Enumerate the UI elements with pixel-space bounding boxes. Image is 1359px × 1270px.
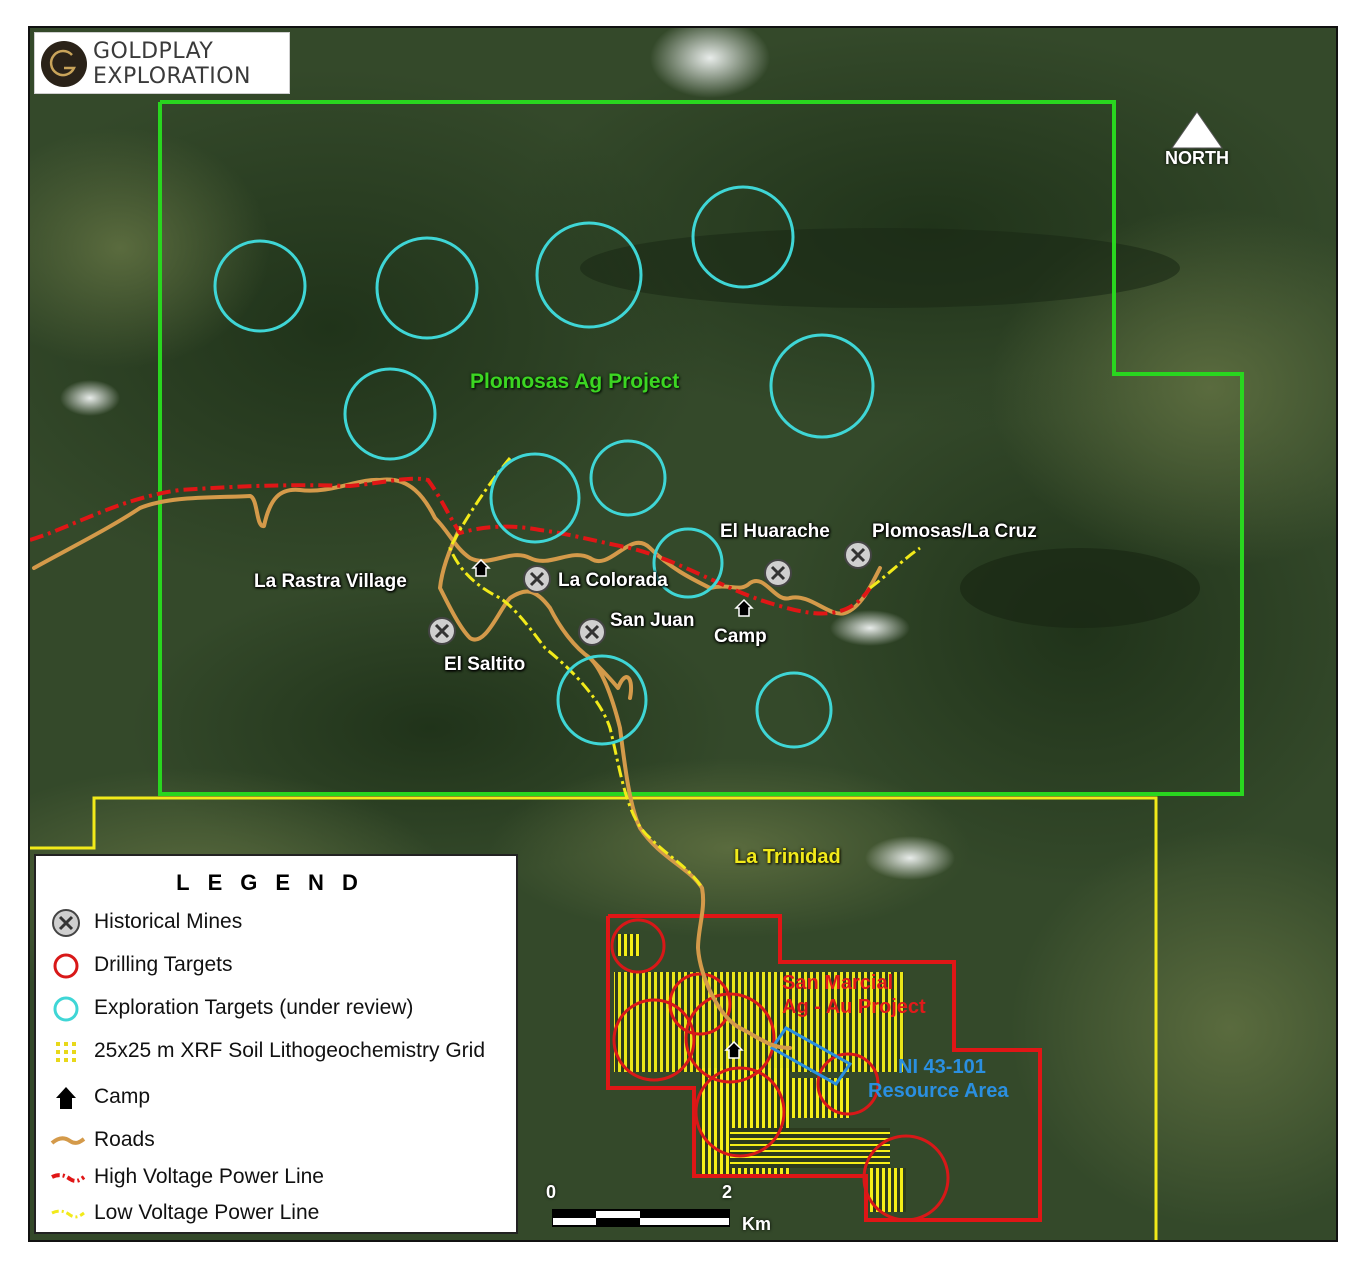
legend-label: High Voltage Power Line xyxy=(94,1165,324,1188)
legend-item: Drilling Targets xyxy=(50,949,510,983)
camp-icon xyxy=(56,1087,76,1109)
plomosas-project-label: Plomosas Ag Project xyxy=(470,370,680,393)
map-frame: GOLDPLAY EXPLORATION NORTH Plomosas Ag P… xyxy=(28,26,1338,1242)
legend-label: Drilling Targets xyxy=(94,953,233,976)
la-rastra-label: La Rastra Village xyxy=(254,571,407,592)
map-legend: LEGEND Historical Mines Drilling Targets… xyxy=(34,854,518,1234)
legend-label: Camp xyxy=(94,1085,151,1108)
scale-mid: 2 xyxy=(722,1182,733,1202)
north-label: NORTH xyxy=(1165,148,1229,168)
san-juan-label: San Juan xyxy=(610,610,695,631)
legend-item: Historical Mines xyxy=(50,906,510,940)
legend-title: LEGEND xyxy=(176,870,376,895)
legend-item: Camp xyxy=(50,1081,510,1115)
san-marcial-label-2: Ag - Au Project xyxy=(782,996,926,1018)
la-colorada-label: La Colorada xyxy=(558,570,668,591)
scale-bar: 0 2 Km xyxy=(546,1180,776,1240)
cyan-circle-icon xyxy=(53,996,79,1022)
san-marcial-label-1: San Marcial xyxy=(782,972,894,994)
yellow-grid-icon xyxy=(56,1042,76,1062)
el-huarache-label: El Huarache xyxy=(720,521,830,542)
legend-label: Roads xyxy=(94,1128,155,1151)
logo-line1: GOLDPLAY xyxy=(93,39,214,64)
logo-line2: EXPLORATION xyxy=(93,64,251,89)
legend-item: Low Voltage Power Line xyxy=(50,1197,510,1231)
legend-item: High Voltage Power Line xyxy=(50,1161,510,1195)
mine-icon xyxy=(578,618,606,646)
ni-label-1: NI 43-101 xyxy=(898,1056,986,1078)
trinidad-label: La Trinidad xyxy=(734,846,841,868)
legend-item: Exploration Targets (under review) xyxy=(50,992,510,1026)
ni-label-2: Resource Area xyxy=(868,1080,1009,1102)
high-voltage-line-icon xyxy=(51,1173,86,1183)
mine-icon xyxy=(844,541,872,569)
camp-label: Camp xyxy=(714,626,767,647)
mine-icon xyxy=(428,617,456,645)
el-saltito-label: El Saltito xyxy=(444,654,526,675)
red-circle-icon xyxy=(53,953,79,979)
legend-item: Roads xyxy=(50,1124,510,1158)
mine-icon xyxy=(523,565,551,593)
legend-item: 25x25 m XRF Soil Lithogeochemistry Grid xyxy=(50,1035,510,1069)
legend-label: Exploration Targets (under review) xyxy=(94,996,414,1019)
low-voltage-line-icon xyxy=(51,1209,85,1219)
legend-label: Low Voltage Power Line xyxy=(94,1201,320,1224)
legend-label: 25x25 m XRF Soil Lithogeochemistry Grid xyxy=(94,1039,485,1062)
scale-bar-graphic xyxy=(552,1209,730,1227)
logo-mark-icon xyxy=(41,41,87,87)
mine-icon xyxy=(52,909,80,937)
legend-label: Historical Mines xyxy=(94,910,243,933)
road-icon xyxy=(50,1136,86,1145)
goldplay-logo: GOLDPLAY EXPLORATION xyxy=(34,32,290,94)
mine-icon xyxy=(764,559,792,587)
scale-start: 0 xyxy=(546,1182,557,1202)
scale-unit: Km xyxy=(742,1214,772,1234)
plomosas-la-cruz-label: Plomosas/La Cruz xyxy=(872,521,1037,542)
